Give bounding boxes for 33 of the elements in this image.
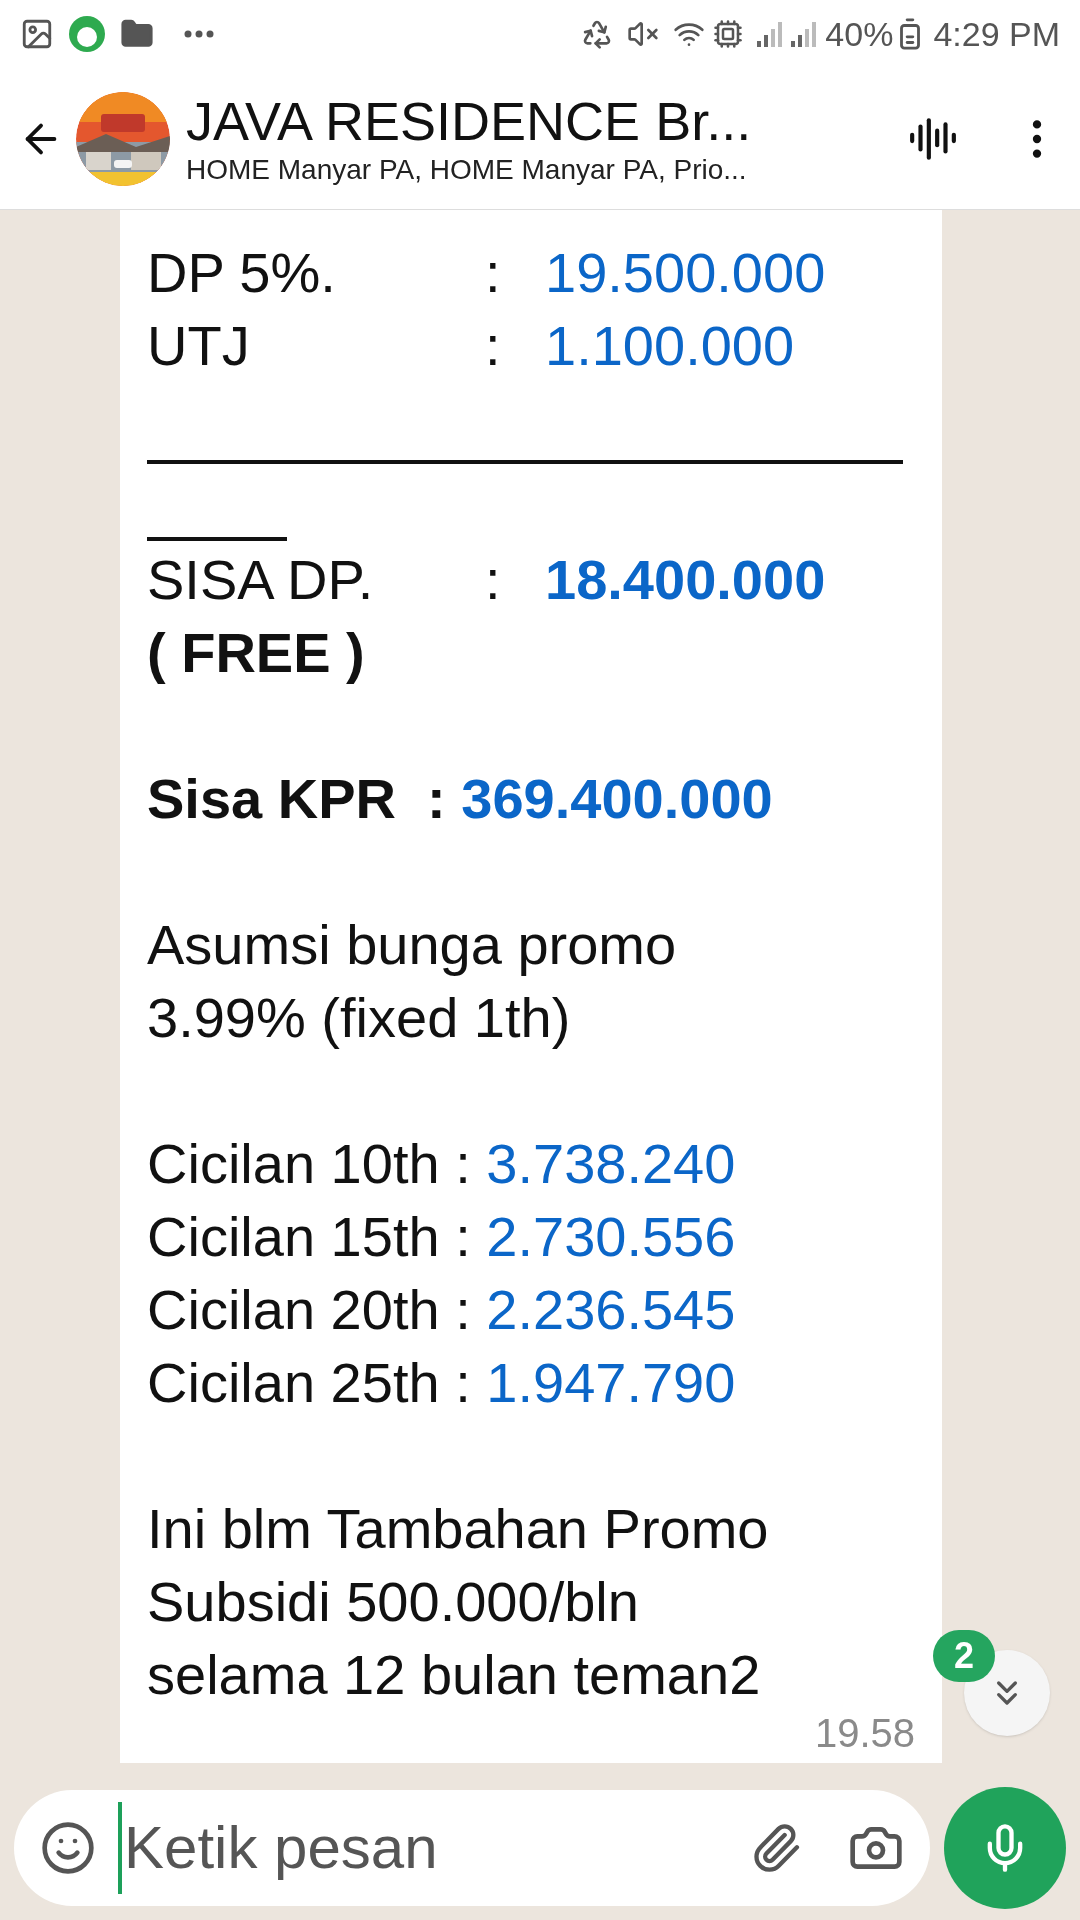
label-text: Cicilan 20th : [147,1276,472,1343]
amount-text: 2.236.545 [486,1276,736,1343]
chip-icon [713,19,744,49]
colon-text: : [485,239,502,306]
message-time: 19.58 [814,1711,915,1755]
label-text: Cicilan 15th : [147,1203,472,1270]
amount-text: 369.400.000 [461,765,773,832]
unread-badge: 2 [933,1630,995,1682]
label-text: SISA DP. [147,546,375,613]
label-text: DP 5%. [147,239,337,306]
chat-title[interactable]: JAVA RESIDENCE Br... [186,89,826,152]
emoji-icon[interactable] [40,1819,96,1876]
chat-subtitle: HOME Manyar PA, HOME Manyar PA, Prio... [186,152,748,187]
message-text: ( FREE ) [147,620,366,686]
message-text: Asumsi bunga promo 3.99% (fixed 1th) [147,912,678,1051]
amount-text: 3.738.240 [486,1130,736,1197]
label-text: Cicilan 25th : [147,1349,472,1416]
colon-text: : [485,546,502,613]
amount-text: 2.730.556 [486,1203,736,1270]
amount-text: 1.947.790 [486,1349,736,1416]
more-icon [184,30,214,38]
amount-text: 1.100.000 [545,312,795,379]
image-icon [20,17,54,51]
message-field[interactable]: Ketik pesan [14,1789,930,1906]
colon-text: : [485,312,502,379]
battery-text: 40% [825,13,894,55]
amount-text: 18.400.000 [545,546,826,613]
message-text: Ini blm Tambahan Promo Subsidi 500.000/bln selama 12 bulan teman2 [147,1496,770,1708]
amount-text: 19.500.000 [545,239,826,306]
label-text: UTJ [147,312,251,379]
clock-text: 4:29 PM [933,13,1060,55]
label-text: Cicilan 10th : [147,1130,472,1197]
label-text: Sisa KPR : [147,765,447,832]
